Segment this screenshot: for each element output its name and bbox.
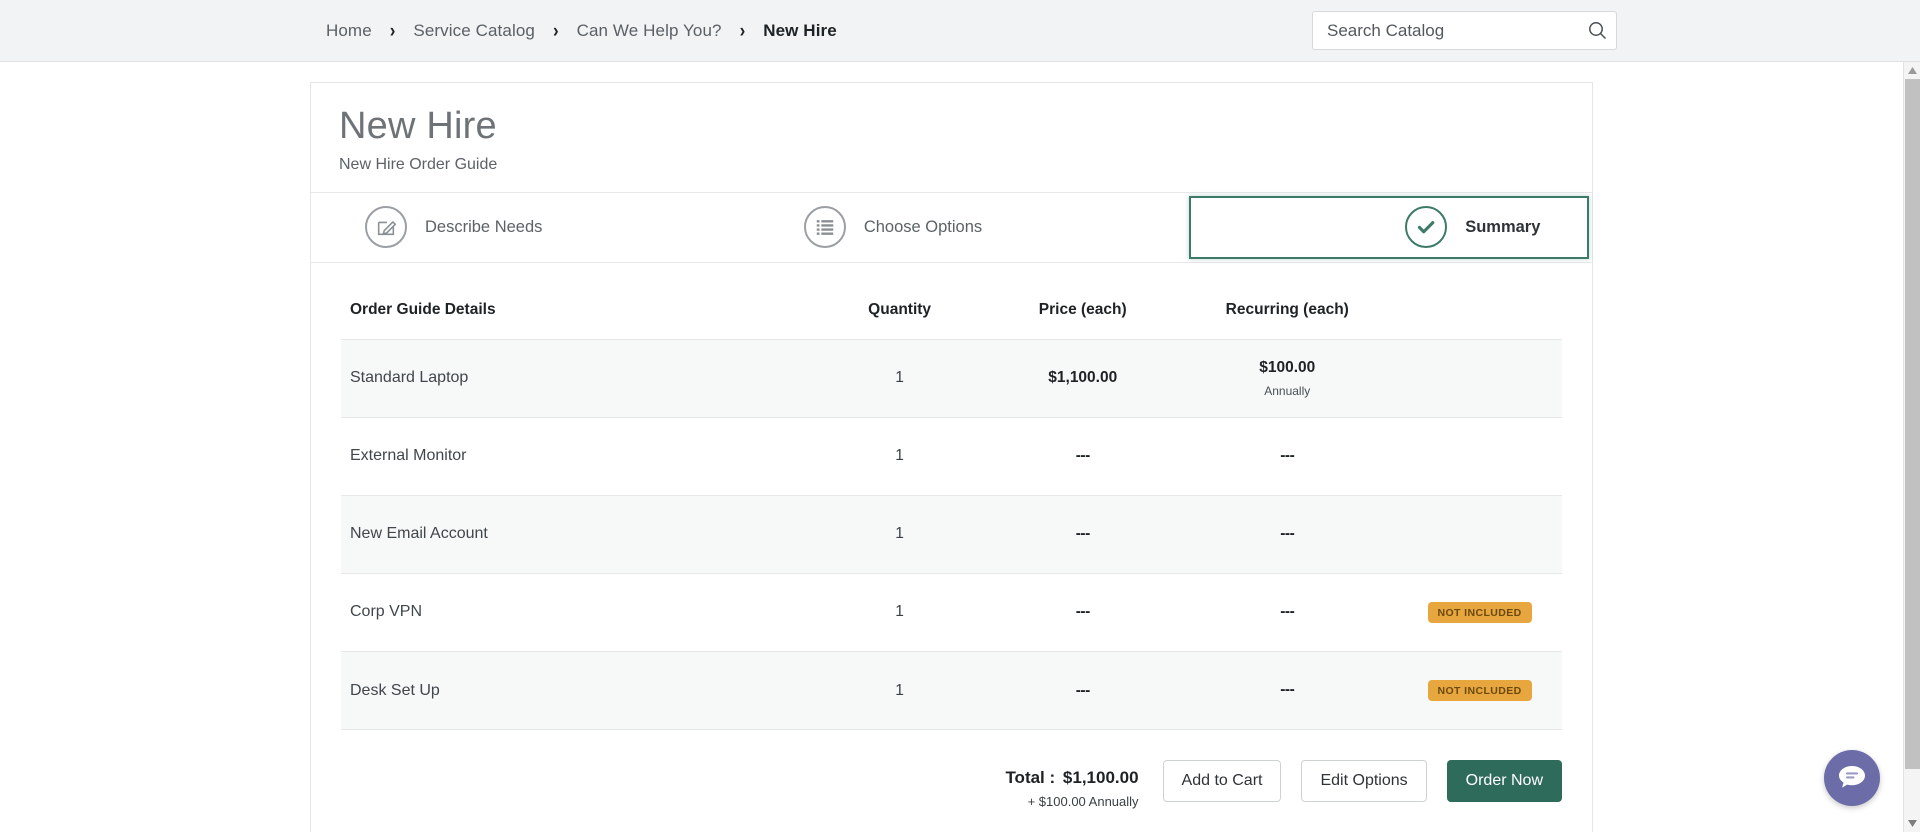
cell-status xyxy=(1397,417,1562,495)
status-badge: NOT INCLUDED xyxy=(1427,680,1532,702)
edit-pencil-icon xyxy=(365,206,407,249)
status-badge: NOT INCLUDED xyxy=(1427,601,1532,623)
breadcrumb-item[interactable]: Home xyxy=(326,21,372,41)
search-input[interactable] xyxy=(1313,12,1578,49)
card-header: New Hire New Hire Order Guide xyxy=(311,83,1592,193)
cell-item-name: Corp VPN xyxy=(350,603,423,621)
top-bar: Home › Service Catalog › Can We Help You? › Ne… xyxy=(0,0,1920,62)
cell-quantity: 1 xyxy=(895,369,904,387)
table-row: External Monitor 1 --- --- xyxy=(341,417,1562,495)
table-row: Desk Set Up 1 --- --- NOT INCLUDED xyxy=(341,651,1562,730)
scroll-down-arrow-icon[interactable] xyxy=(1904,815,1920,832)
check-circle-icon xyxy=(1405,206,1448,249)
cell-item-name: Desk Set Up xyxy=(350,681,440,699)
page-body: New Hire New Hire Order Guide Describe N… xyxy=(0,62,1906,832)
table-row: Standard Laptop 1 $1,100.00 $100.00 Annually xyxy=(341,339,1562,418)
list-icon xyxy=(803,206,846,249)
cell-price: --- xyxy=(1075,603,1091,621)
search-catalog-box[interactable] xyxy=(1312,11,1617,50)
col-header-recurring: Recurring (each) xyxy=(1225,300,1349,318)
cell-quantity: 1 xyxy=(895,525,904,543)
edit-options-button[interactable]: Edit Options xyxy=(1301,760,1427,803)
cell-recurring: --- xyxy=(1280,524,1295,542)
col-header-quantity: Quantity xyxy=(868,300,932,318)
cell-status: NOT INCLUDED xyxy=(1397,651,1562,729)
cell-recurring: --- xyxy=(1280,446,1295,464)
add-to-cart-button[interactable]: Add to Cart xyxy=(1162,760,1282,803)
vertical-scrollbar[interactable] xyxy=(1903,62,1920,832)
table-row: Corp VPN 1 --- --- NOT INCLUDED xyxy=(341,573,1562,651)
cell-quantity: 1 xyxy=(895,681,904,699)
cell-quantity: 1 xyxy=(895,447,904,465)
cell-item-name: External Monitor xyxy=(350,447,467,465)
order-guide-card: New Hire New Hire Order Guide Describe N… xyxy=(310,82,1593,832)
cell-price: --- xyxy=(1075,681,1091,699)
step-label: Summary xyxy=(1465,217,1541,236)
cell-status xyxy=(1397,495,1562,573)
step-choose-options[interactable]: Choose Options xyxy=(750,193,1189,262)
col-header-price: Price (each) xyxy=(1038,300,1127,318)
cell-recurring: --- xyxy=(1280,681,1295,699)
wizard-steps: Describe Needs Choose Options Summary xyxy=(311,193,1592,263)
cell-quantity: 1 xyxy=(895,603,904,621)
col-header-status xyxy=(1397,289,1562,340)
table-body: Standard Laptop 1 $1,100.00 $100.00 Annually… xyxy=(341,339,1562,730)
cell-price: --- xyxy=(1075,525,1091,543)
page-subtitle: New Hire Order Guide xyxy=(339,155,498,173)
table-header-row: Order Guide Details Quantity Price (each… xyxy=(341,289,1562,340)
scroll-up-arrow-icon[interactable] xyxy=(1904,62,1920,79)
table-head: Order Guide Details Quantity Price (each… xyxy=(341,289,1562,340)
breadcrumb-separator-icon: › xyxy=(389,19,396,42)
cell-price: $1,100.00 xyxy=(1048,369,1118,387)
step-summary[interactable]: Summary xyxy=(1188,195,1589,259)
order-guide-table-wrap: Order Guide Details Quantity Price (each… xyxy=(311,263,1592,731)
breadcrumb-item[interactable]: Can We Help You? xyxy=(577,21,722,41)
search-icon[interactable] xyxy=(1578,12,1616,49)
total-block: Total : $1,100.00 + $100.00 Annually xyxy=(1005,760,1138,809)
cell-item-name: Standard Laptop xyxy=(350,369,469,387)
breadcrumb-separator-icon: › xyxy=(739,19,746,42)
scrollbar-thumb[interactable] xyxy=(1905,79,1920,769)
total-line: Total : $1,100.00 xyxy=(1005,768,1138,788)
step-label: Describe Needs xyxy=(425,217,543,236)
step-label: Choose Options xyxy=(863,217,983,236)
breadcrumb-item: New Hire xyxy=(763,21,837,40)
table-row: New Email Account 1 --- --- xyxy=(341,495,1562,574)
total-amount: $1,100.00 xyxy=(1062,768,1139,788)
page-title: New Hire xyxy=(339,105,497,147)
recurring-frequency: Annually xyxy=(1264,383,1311,398)
cell-recurring: $100.00 Annually xyxy=(1177,339,1397,417)
card-footer: Total : $1,100.00 + $100.00 Annually Add… xyxy=(311,730,1592,832)
total-recurring: + $100.00 Annually xyxy=(1027,794,1139,810)
chat-bubble-icon xyxy=(1836,760,1868,797)
cell-price: --- xyxy=(1075,447,1091,465)
breadcrumb: Home › Service Catalog › Can We Help You? › Ne… xyxy=(326,0,837,62)
total-label: Total : xyxy=(1005,768,1056,788)
cell-item-name: New Email Account xyxy=(350,525,488,543)
chat-launcher-button[interactable] xyxy=(1824,750,1880,806)
order-now-button[interactable]: Order Now xyxy=(1446,760,1562,803)
cell-status xyxy=(1397,339,1562,417)
step-describe-needs[interactable]: Describe Needs xyxy=(311,193,750,262)
order-guide-table: Order Guide Details Quantity Price (each… xyxy=(341,289,1562,730)
col-header-details: Order Guide Details xyxy=(350,300,496,318)
breadcrumb-separator-icon: › xyxy=(552,19,559,42)
cell-recurring: --- xyxy=(1280,602,1295,620)
cell-status: NOT INCLUDED xyxy=(1397,573,1562,651)
breadcrumb-item[interactable]: Service Catalog xyxy=(413,21,535,41)
